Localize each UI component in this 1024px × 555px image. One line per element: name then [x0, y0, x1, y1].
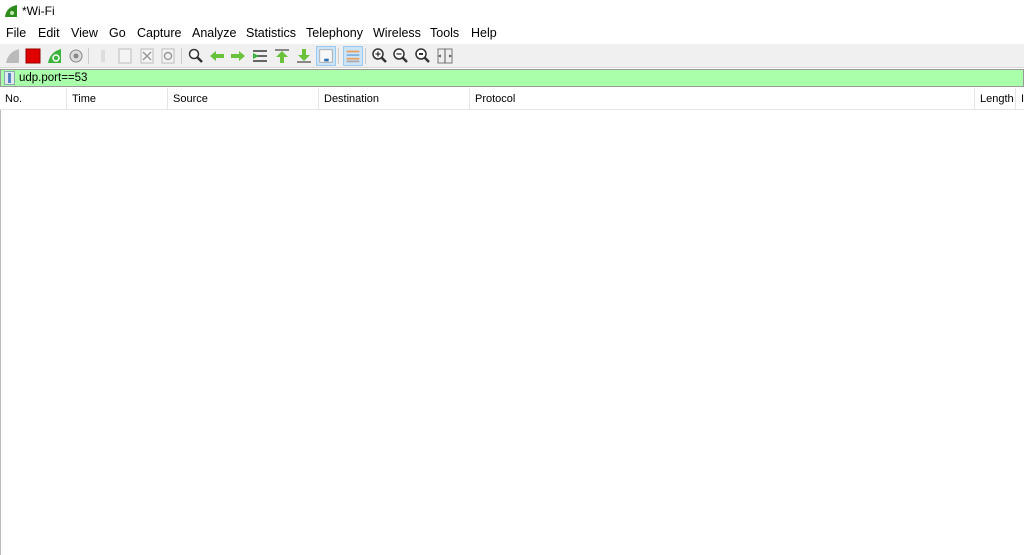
toolbar-separator — [338, 48, 339, 64]
zoom-in-button[interactable] — [370, 46, 390, 66]
auto-scroll-icon — [319, 49, 333, 63]
normal-size-button[interactable] — [413, 46, 433, 66]
first-packet-icon — [275, 49, 289, 63]
column-header-protocol[interactable]: Protocol — [470, 88, 975, 110]
go-forward-icon — [231, 51, 245, 61]
save-file-button[interactable] — [115, 46, 135, 66]
find-packet-button[interactable] — [186, 46, 206, 66]
go-forward-button[interactable] — [228, 46, 248, 66]
resize-columns-icon — [437, 48, 453, 64]
column-header-length[interactable]: Length — [975, 88, 1016, 110]
go-back-icon — [210, 51, 224, 61]
menu-file[interactable]: File — [6, 26, 26, 40]
zoom-in-icon — [372, 48, 387, 63]
zoom-out-icon — [393, 48, 408, 63]
reload-file-button[interactable] — [158, 46, 178, 66]
packet-list-header: No. Time Source Destination Protocol Length I — [0, 88, 1024, 110]
menu-go[interactable]: Go — [109, 26, 126, 40]
save-file-icon — [118, 48, 132, 64]
find-packet-icon — [188, 48, 203, 63]
column-header-time[interactable]: Time — [67, 88, 168, 110]
close-file-icon — [140, 48, 154, 64]
title-bar: *Wi-Fi — [0, 0, 1024, 23]
auto-scroll-button[interactable] — [316, 46, 336, 66]
display-filter-bar — [0, 69, 1024, 87]
menu-view[interactable]: View — [71, 26, 98, 40]
menu-statistics[interactable]: Statistics — [246, 26, 296, 40]
wireshark-logo-icon — [5, 5, 17, 17]
open-file-icon — [101, 50, 105, 62]
reload-file-icon — [161, 48, 175, 64]
shark-fin-start-button[interactable] — [3, 46, 23, 66]
toolbar-separator — [181, 48, 182, 64]
open-file-button[interactable] — [93, 46, 113, 66]
normal-size-icon — [415, 48, 430, 63]
column-header-destination[interactable]: Destination — [319, 88, 470, 110]
first-packet-button[interactable] — [272, 46, 292, 66]
column-header-source[interactable]: Source — [168, 88, 319, 110]
menu-analyze[interactable]: Analyze — [192, 26, 236, 40]
resize-columns-button[interactable] — [435, 46, 455, 66]
zoom-out-button[interactable] — [391, 46, 411, 66]
close-file-button[interactable] — [137, 46, 157, 66]
last-packet-icon — [297, 49, 311, 63]
capture-options-icon — [69, 49, 83, 63]
column-header-no[interactable]: No. — [0, 88, 67, 110]
go-to-packet-icon — [253, 50, 267, 62]
go-to-packet-button[interactable] — [250, 46, 270, 66]
toolbar-separator — [88, 48, 89, 64]
menu-wireless[interactable]: Wireless — [373, 26, 421, 40]
last-packet-button[interactable] — [294, 46, 314, 66]
bookmark-icon[interactable] — [4, 71, 15, 85]
menu-edit[interactable]: Edit — [38, 26, 60, 40]
toolbar-separator — [365, 48, 366, 64]
packet-list[interactable] — [0, 110, 1024, 555]
menu-tools[interactable]: Tools — [430, 26, 459, 40]
stop-capture-icon — [25, 48, 41, 64]
restart-capture-icon — [48, 49, 61, 63]
stop-capture-button[interactable] — [23, 46, 43, 66]
window-title: *Wi-Fi — [22, 4, 55, 18]
display-filter-input[interactable] — [17, 70, 1017, 86]
menu-telephony[interactable]: Telephony — [306, 26, 363, 40]
column-header-info[interactable]: I — [1016, 88, 1024, 110]
menu-bar: File Edit View Go Capture Analyze Statistics Te… — [0, 24, 1024, 44]
restart-capture-button[interactable] — [45, 46, 65, 66]
go-back-button[interactable] — [207, 46, 227, 66]
colorize-icon — [346, 50, 360, 63]
shark-fin-start-icon — [6, 49, 19, 63]
menu-help[interactable]: Help — [471, 26, 497, 40]
menu-capture[interactable]: Capture — [137, 26, 181, 40]
main-toolbar — [0, 44, 1024, 68]
colorize-button[interactable] — [343, 46, 363, 66]
capture-options-button[interactable] — [66, 46, 86, 66]
